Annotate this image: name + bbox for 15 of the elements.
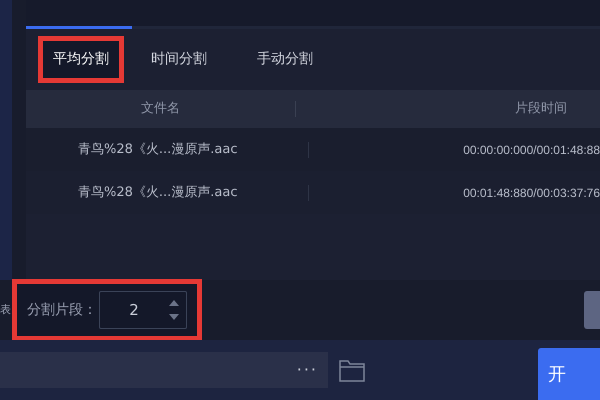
- tab[interactable]: 平均分割: [38, 36, 124, 83]
- column-header: 文件名: [140, 100, 181, 118]
- tab[interactable]: 手动分割: [234, 36, 336, 83]
- segment-count-spinner[interactable]: 2: [99, 291, 187, 329]
- folder-icon[interactable]: [339, 358, 365, 382]
- segment-count-label: 分割片段：: [27, 300, 97, 320]
- output-path-field[interactable]: ···: [0, 352, 328, 388]
- column-header: 片段时间: [514, 100, 568, 118]
- cut-off-label: 表: [0, 302, 11, 318]
- table-cell-text: 青鸟%28《火...漫原声.aac: [78, 184, 239, 202]
- table-cell-text: 00:00:00:000/00:01:48:88: [463, 142, 600, 158]
- table-cell-text: 青鸟%28《火...漫原声.aac: [78, 140, 239, 159]
- start-button[interactable]: 开: [538, 348, 600, 400]
- table-cell-text: 00:01:48:880/00:03:37:76: [463, 184, 600, 202]
- tab[interactable]: 时间分割: [128, 36, 230, 83]
